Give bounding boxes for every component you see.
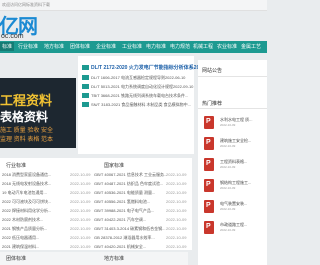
nav-item-7[interactable]: 电力规范 [170, 43, 190, 50]
standards-tabs: 行业标准 国家标准 [0, 160, 188, 170]
new-badge [82, 102, 89, 108]
news-item[interactable]: DL/T 5013-2021 电力系统调度自动化设计规程2022-09-10 [82, 84, 193, 92]
tab-group-standard[interactable]: 团体标准 [6, 255, 26, 262]
divider [198, 108, 267, 109]
main-nav: 标准 行业标准 地方标准 团体标准 企业标准 工业标准 电力标准 电力规范 机械… [0, 41, 267, 53]
sidebar: 网站公告 热门推荐 P 水利水电工程 质... 2022-10-09 P 建筑施… [198, 60, 267, 265]
banner-line-4: 监理 资料 表格 范本 [0, 137, 54, 143]
doc-date: 2022-10-09 [220, 144, 236, 148]
tab-local-standard[interactable]: 地方标准 [104, 255, 124, 262]
news-item[interactable]: TB/T 3668-2021 铁路无线列调系统车载电台技术条件... [82, 93, 188, 101]
list-item[interactable]: 2018 无线电发射设备技术... 2022-10-09 [2, 181, 90, 189]
list-item[interactable]: 2022 焊接材料用化学分析... 2022-10-09 [2, 208, 90, 216]
hot-heading: 热门推荐 [202, 101, 223, 107]
nav-item-10[interactable]: 金属工艺 [241, 43, 261, 50]
new-badge [82, 75, 89, 81]
nav-item-9[interactable]: 农业标准 [217, 43, 237, 50]
tab-industry[interactable]: 行业标准 [6, 162, 26, 169]
new-badge [82, 65, 89, 71]
list-item[interactable]: 2021 钢铁产品质量分析... 2022-10-09 [2, 226, 90, 234]
nav-item-4[interactable]: 企业标准 [96, 43, 116, 50]
list-item[interactable]: GB 28378-2012 淋浴器用水效率... 2022-10-09 [94, 235, 186, 243]
nav-item-5[interactable]: 工业标准 [122, 43, 142, 50]
nav-item-8[interactable]: 机械工程 [193, 43, 213, 50]
new-badge [82, 84, 89, 90]
site-logo[interactable]: 亿网 oc.com [0, 12, 60, 40]
nav-item-2[interactable]: 地方标准 [44, 43, 64, 50]
promo-banner[interactable]: 工程资料 表格资料 施工 质量 验收 安全 监理 资料 表格 范本 [0, 78, 76, 148]
doc-date: 2022-10-09 [220, 207, 236, 211]
nav-item-6[interactable]: 电力标准 [146, 43, 166, 50]
list-item[interactable]: GB/T 40487-2021 纺织品 色牢度试验... 2022-10-09 [94, 181, 186, 189]
doc-date: 2022-10-09 [220, 123, 236, 127]
list-item[interactable]: 19 电动汽车电池包通用... 2022-10-09 [2, 190, 90, 198]
nav-item-1[interactable]: 行业标准 [18, 43, 38, 50]
ppt-file-icon[interactable]: P [204, 179, 214, 192]
banner-line-3: 施工 质量 验收 安全 [0, 128, 54, 134]
notice-heading: 网站公告 [202, 68, 223, 74]
top-notice: 欢迎访问亿网标准资料下载 [2, 2, 50, 7]
ppt-file-icon[interactable]: P [204, 221, 214, 234]
list-item[interactable]: GB/T 39988-2021 电子电气产品... 2022-10-09 [94, 208, 186, 216]
list-item[interactable]: 2021 建筑保温材料... 2022-10-09 [2, 244, 90, 252]
section2-header: 团体标准 地方标准 [0, 252, 188, 265]
list-item[interactable]: GB/T 31403.3-2014 碳素钢和低合金钢... 2022-10-09 [94, 226, 186, 234]
list-item[interactable]: GB/T 40420-2021 机械安全... 2022-10-09 [94, 244, 186, 252]
doc-date: 2022-10-09 [220, 165, 236, 169]
logo-domain: oc.com [1, 33, 24, 40]
list-item[interactable]: 2022 木材防腐剂技术... 2022-10-09 [2, 217, 90, 225]
list-item[interactable]: 2022 低压电器通用... 2022-10-09 [2, 235, 90, 243]
ppt-file-icon[interactable]: P [204, 200, 214, 213]
new-badge [82, 93, 89, 99]
news-item[interactable]: DL/T 1606-2017 电流互感器检定规程导则2022-06-10 [82, 75, 185, 83]
list-item[interactable]: GB/T 40556-2021 氢燃料电池... 2022-10-09 [94, 199, 186, 207]
doc-date: 2022-10-09 [220, 228, 236, 232]
news-item[interactable]: SN/T 3183-2021 食品接触材料 木制品类 食品模拟物中... [82, 102, 191, 110]
ppt-file-icon[interactable]: P [204, 137, 214, 150]
list-item[interactable]: 2022 可可液块及可可饼块... 2022-10-09 [2, 199, 90, 207]
nav-item-0[interactable]: 标准 [0, 42, 15, 51]
doc-date: 2022-10-09 [220, 186, 236, 190]
tab-national[interactable]: 国家标准 [104, 162, 124, 169]
list-item[interactable]: GB/T 40422-2021 汽车空调... 2022-10-09 [94, 217, 186, 225]
list-item[interactable]: GB/T 40067-2021 信息技术 工业云服务... 2022-10-09 [94, 172, 186, 180]
list-item[interactable]: 2018 消费型家庭设备通信... 2022-10-09 [2, 172, 90, 180]
list-item[interactable]: GB/T 40536-2021 电能质量 测量... 2022-10-09 [94, 190, 186, 198]
nav-item-3[interactable]: 团体标准 [70, 43, 90, 50]
ppt-file-icon[interactable]: P [204, 116, 214, 129]
top-bar: 欢迎访问亿网标准资料下载 [0, 0, 267, 11]
divider [198, 76, 267, 77]
banner-line-2: 表格资料 [0, 110, 49, 124]
banner-line-1: 工程资料 [0, 93, 53, 108]
ppt-file-icon[interactable]: P [204, 158, 214, 171]
